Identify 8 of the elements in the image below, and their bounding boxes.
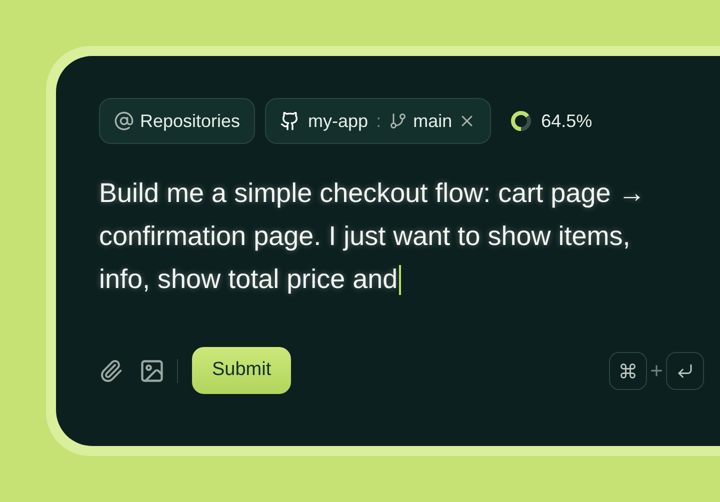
usage-percent: 64.5% bbox=[541, 110, 592, 132]
plus-sign: + bbox=[650, 357, 663, 385]
branch-name: main bbox=[413, 110, 452, 132]
repositories-chip[interactable]: Repositories bbox=[99, 98, 256, 144]
prompt-input[interactable]: Build me a simple checkout flow: cart page → confirmation page. I just want to show items, info, show total price and bbox=[99, 172, 720, 301]
repo-name: my-app bbox=[308, 110, 368, 133]
separator: : bbox=[376, 110, 382, 132]
submit-button[interactable]: Submit bbox=[192, 347, 292, 394]
